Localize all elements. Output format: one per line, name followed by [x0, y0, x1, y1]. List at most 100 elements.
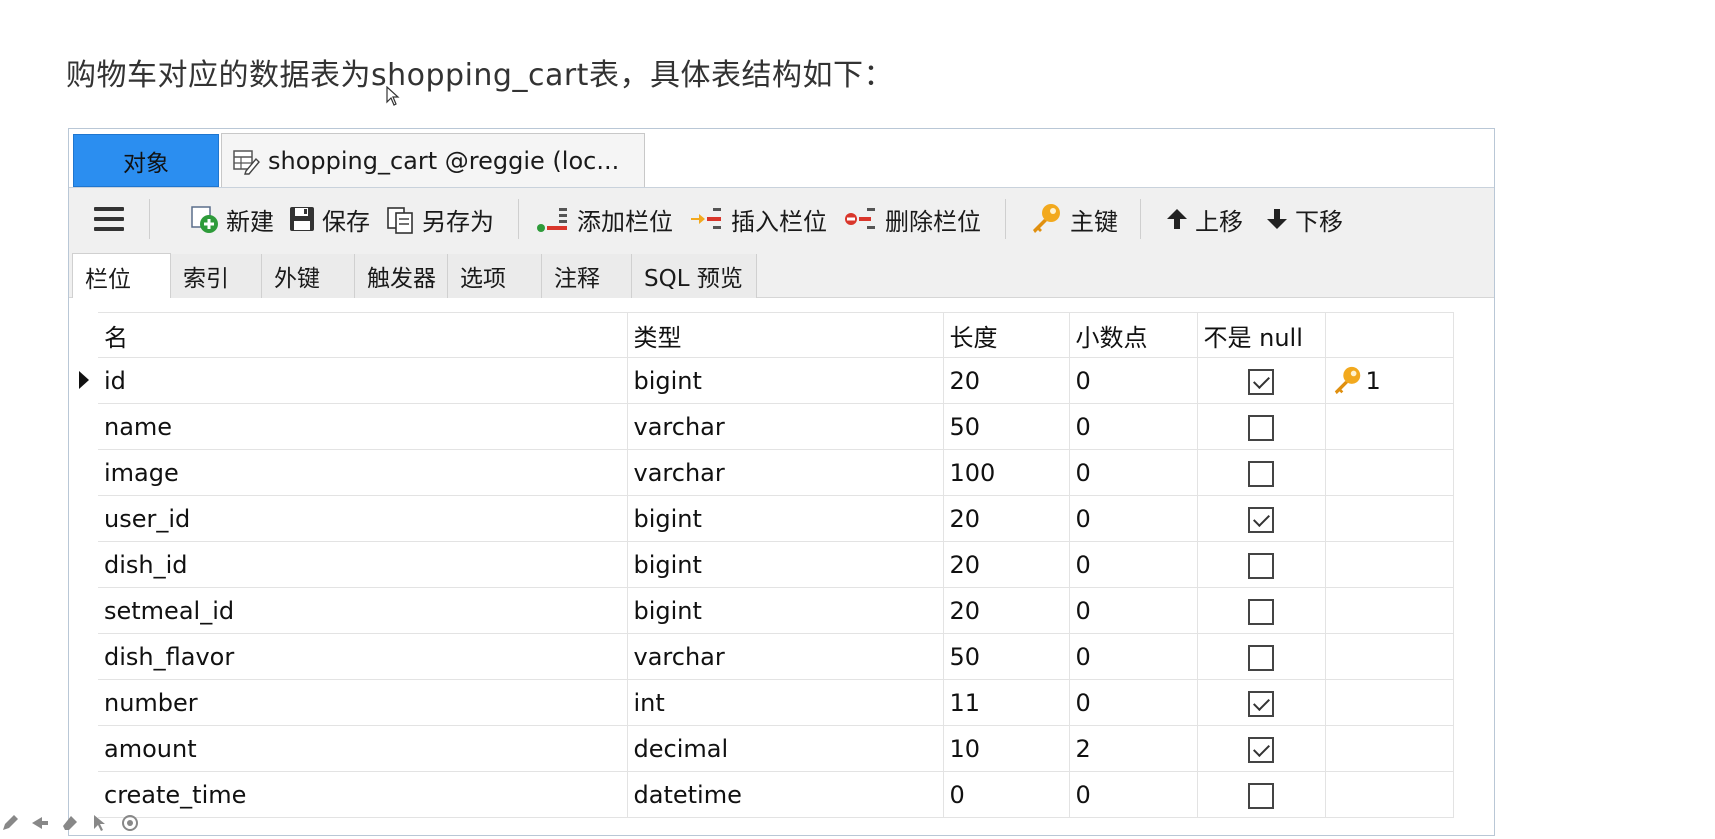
field-decimals-cell[interactable]: 0 — [1069, 587, 1198, 634]
move-up-button[interactable]: 上移 — [1165, 188, 1243, 250]
not-null-checkbox[interactable] — [1248, 552, 1274, 579]
field-not-null-cell — [1197, 403, 1326, 450]
table-row[interactable]: amount decimal 10 2 — [98, 725, 1454, 772]
field-decimals-cell[interactable]: 0 — [1069, 541, 1198, 588]
table-row[interactable]: dish_id bigint 20 0 — [98, 541, 1454, 588]
field-key-cell — [1325, 771, 1454, 818]
tab-shopping-cart-design[interactable]: shopping_cart @reggie (loc... — [221, 133, 645, 188]
fields-table-body: id bigint 20 0 1 name varchar 50 0 image varchar 10… — [98, 357, 1454, 818]
field-type-cell[interactable]: bigint — [627, 587, 944, 634]
new-button[interactable]: 新建 — [190, 188, 274, 250]
field-type-cell[interactable]: int — [627, 679, 944, 726]
field-decimals-cell[interactable]: 0 — [1069, 495, 1198, 542]
subtab-comments[interactable]: 注释 — [542, 254, 632, 298]
toolbar-separator — [1140, 199, 1141, 239]
pen-tool-icon[interactable] — [0, 813, 20, 833]
field-type-cell[interactable]: varchar — [627, 403, 944, 450]
not-null-checkbox[interactable] — [1248, 644, 1274, 671]
field-name-cell[interactable]: amount — [98, 725, 628, 772]
field-decimals-cell[interactable]: 0 — [1069, 633, 1198, 680]
field-type-cell[interactable]: varchar — [627, 449, 944, 496]
target-tool-icon[interactable] — [120, 813, 140, 833]
field-length-cell[interactable]: 20 — [943, 541, 1070, 588]
field-type-cell[interactable]: bigint — [627, 357, 944, 404]
field-type-cell[interactable]: varchar — [627, 633, 944, 680]
column-header-decimals[interactable]: 小数点 — [1069, 312, 1198, 358]
primary-key-button[interactable]: 主键 — [1030, 188, 1118, 250]
field-length-cell[interactable]: 50 — [943, 403, 1070, 450]
delete-field-button[interactable]: 删除栏位 — [843, 188, 981, 250]
pointer-tool-icon[interactable] — [90, 813, 110, 833]
field-key-cell — [1325, 587, 1454, 634]
field-name-cell[interactable]: image — [98, 449, 628, 496]
table-row[interactable]: name varchar 50 0 — [98, 403, 1454, 450]
not-null-checkbox[interactable] — [1248, 598, 1274, 625]
table-row[interactable]: image varchar 100 0 — [98, 449, 1454, 496]
field-decimals-cell[interactable]: 0 — [1069, 449, 1198, 496]
add-field-button[interactable]: 添加栏位 — [535, 188, 673, 250]
field-name-cell[interactable]: id — [98, 357, 628, 404]
column-header-type[interactable]: 类型 — [627, 312, 944, 358]
fields-grid-area: 名 类型 长度 小数点 不是 null id bigint 20 0 1 name varc… — [69, 298, 1494, 835]
subtab-sql-preview[interactable]: SQL 预览 — [632, 254, 757, 298]
field-decimals-cell[interactable]: 0 — [1069, 679, 1198, 726]
not-null-checkbox[interactable] — [1248, 368, 1274, 395]
field-key-cell — [1325, 449, 1454, 496]
table-row[interactable]: number int 11 0 — [98, 679, 1454, 726]
arrow-down-icon — [1267, 209, 1287, 229]
field-decimals-cell[interactable]: 2 — [1069, 725, 1198, 772]
field-length-cell[interactable]: 20 — [943, 587, 1070, 634]
field-length-cell[interactable]: 11 — [943, 679, 1070, 726]
subtab-options[interactable]: 选项 — [448, 254, 542, 298]
table-row[interactable]: create_time datetime 0 0 — [98, 771, 1454, 818]
tab-objects[interactable]: 对象 — [73, 134, 219, 187]
field-length-cell[interactable]: 20 — [943, 495, 1070, 542]
not-null-checkbox[interactable] — [1248, 460, 1274, 487]
delete-field-label: 删除栏位 — [885, 207, 981, 236]
field-length-cell[interactable]: 10 — [943, 725, 1070, 772]
arrow-tool-icon[interactable] — [30, 813, 50, 833]
field-decimals-cell[interactable]: 0 — [1069, 771, 1198, 818]
column-header-length[interactable]: 长度 — [943, 312, 1070, 358]
table-row[interactable]: setmeal_id bigint 20 0 — [98, 587, 1454, 634]
field-length-cell[interactable]: 50 — [943, 633, 1070, 680]
field-decimals-cell[interactable]: 0 — [1069, 403, 1198, 450]
table-row[interactable]: user_id bigint 20 0 — [98, 495, 1454, 542]
field-name-cell[interactable]: create_time — [98, 771, 628, 818]
field-name-cell[interactable]: user_id — [98, 495, 628, 542]
field-name-cell[interactable]: setmeal_id — [98, 587, 628, 634]
save-button[interactable]: 保存 — [288, 188, 370, 250]
subtab-triggers[interactable]: 触发器 — [355, 254, 448, 298]
not-null-checkbox[interactable] — [1248, 414, 1274, 441]
table-row[interactable]: id bigint 20 0 1 — [98, 357, 1454, 404]
field-name-cell[interactable]: number — [98, 679, 628, 726]
not-null-checkbox[interactable] — [1248, 506, 1274, 533]
table-row[interactable]: dish_flavor varchar 50 0 — [98, 633, 1454, 680]
not-null-checkbox[interactable] — [1248, 690, 1274, 717]
field-decimals-cell[interactable]: 0 — [1069, 357, 1198, 404]
key-order: 1 — [1365, 366, 1381, 395]
save-as-button[interactable]: 另存为 — [386, 188, 494, 250]
field-type-cell[interactable]: bigint — [627, 495, 944, 542]
not-null-checkbox[interactable] — [1248, 782, 1274, 809]
field-name-cell[interactable]: dish_flavor — [98, 633, 628, 680]
menu-button[interactable] — [69, 188, 149, 250]
not-null-checkbox[interactable] — [1248, 736, 1274, 763]
eraser-tool-icon[interactable] — [60, 813, 80, 833]
field-key-cell — [1325, 725, 1454, 772]
move-down-button[interactable]: 下移 — [1265, 188, 1343, 250]
field-type-cell[interactable]: datetime — [627, 771, 944, 818]
subtab-indexes[interactable]: 索引 — [171, 254, 262, 298]
field-length-cell[interactable]: 0 — [943, 771, 1070, 818]
field-name-cell[interactable]: dish_id — [98, 541, 628, 588]
field-type-cell[interactable]: bigint — [627, 541, 944, 588]
field-length-cell[interactable]: 100 — [943, 449, 1070, 496]
column-header-not-null[interactable]: 不是 null — [1197, 312, 1326, 358]
subtab-fields[interactable]: 栏位 — [72, 253, 171, 299]
subtab-foreign-keys[interactable]: 外键 — [262, 254, 355, 298]
field-length-cell[interactable]: 20 — [943, 357, 1070, 404]
field-name-cell[interactable]: name — [98, 403, 628, 450]
insert-field-button[interactable]: 插入栏位 — [689, 188, 827, 250]
field-type-cell[interactable]: decimal — [627, 725, 944, 772]
column-header-name[interactable]: 名 — [98, 312, 628, 358]
